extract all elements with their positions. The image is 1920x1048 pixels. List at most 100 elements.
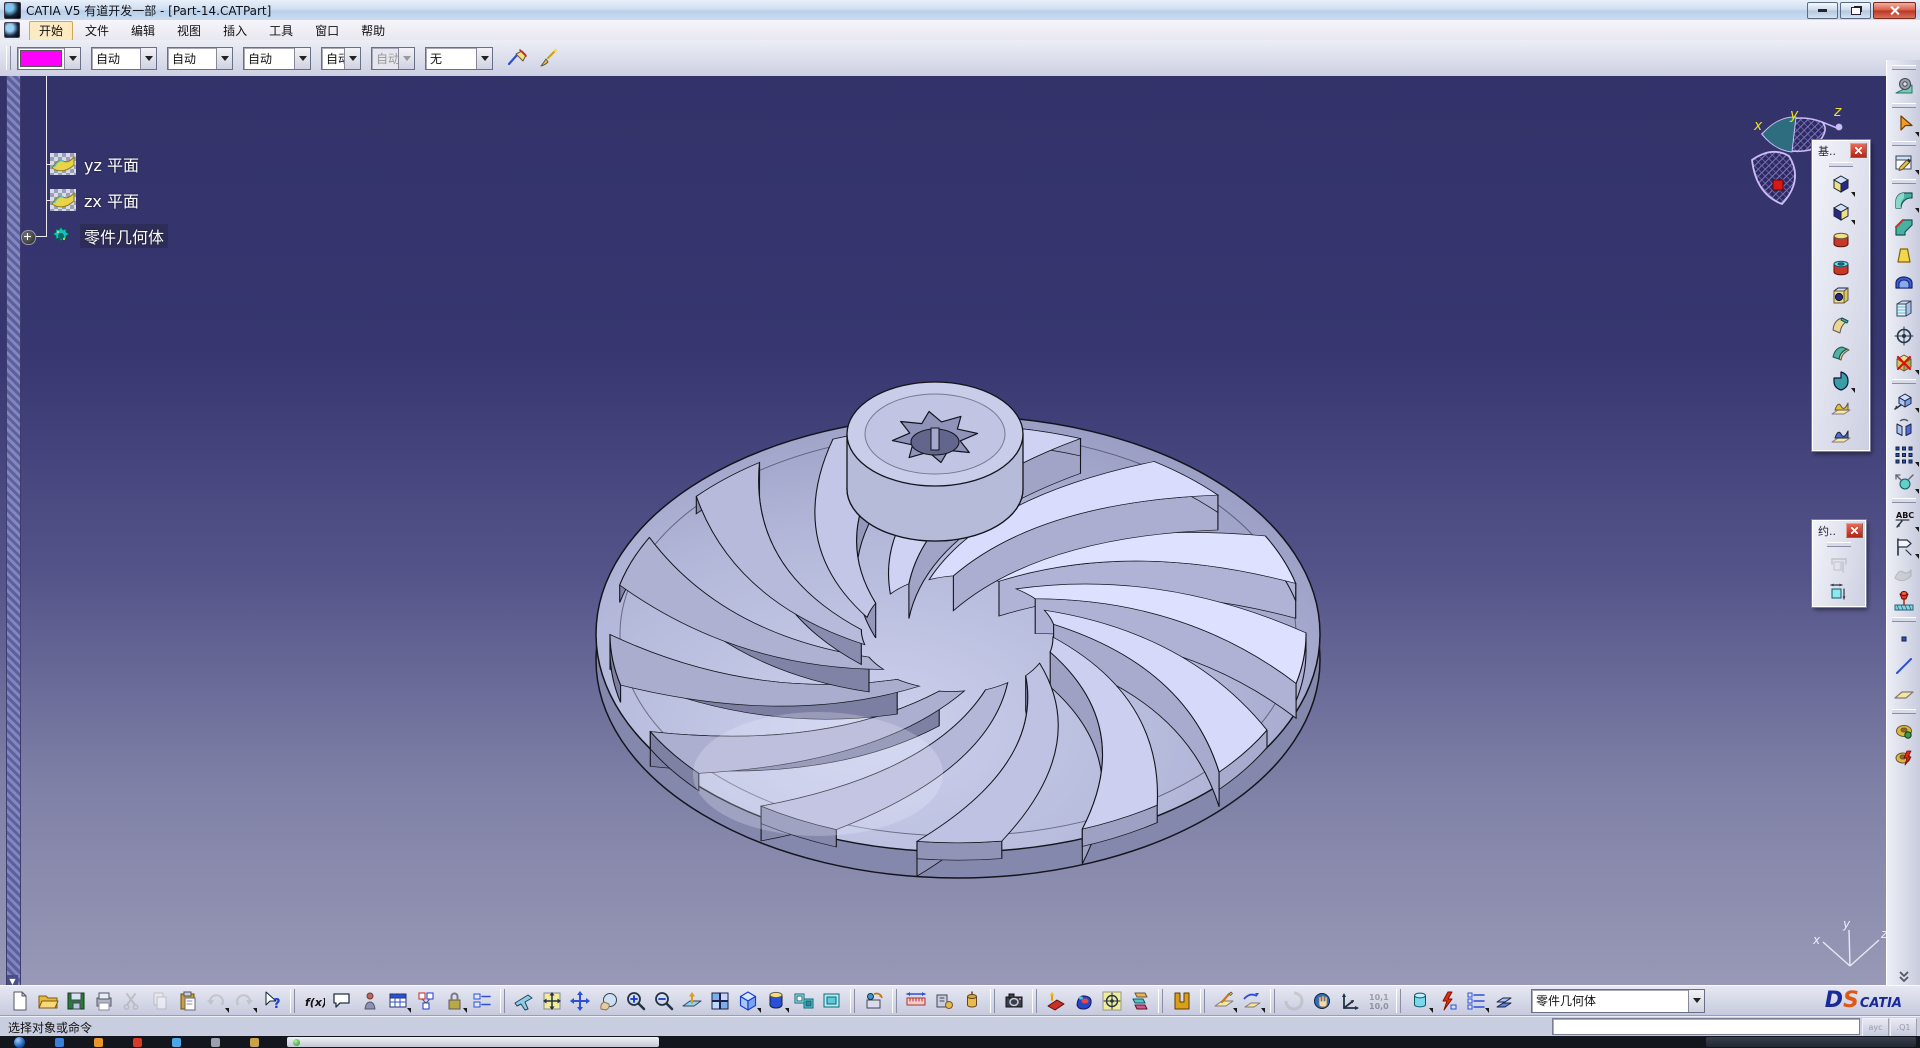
chevron-down-icon[interactable] bbox=[398, 48, 414, 69]
select-button[interactable] bbox=[1889, 111, 1919, 138]
workbench-gear-button[interactable] bbox=[1889, 73, 1919, 100]
point-button[interactable] bbox=[1889, 625, 1919, 652]
constraints-close-icon[interactable] bbox=[1846, 523, 1863, 538]
measure-between-button[interactable] bbox=[902, 987, 929, 1014]
sketcher-button[interactable] bbox=[1889, 149, 1919, 176]
dropdown-arrow-icon[interactable] bbox=[253, 1008, 257, 1013]
sketch-based-features-title[interactable]: 基.. bbox=[1818, 143, 1836, 159]
compass-z-label[interactable]: z bbox=[1833, 104, 1842, 120]
save-button[interactable] bbox=[62, 987, 89, 1014]
toolbar-grip[interactable] bbox=[1892, 617, 1916, 622]
normal-view-button[interactable] bbox=[678, 987, 705, 1014]
groove-button[interactable] bbox=[1827, 254, 1855, 282]
toolbar-grip[interactable] bbox=[6, 46, 11, 70]
part-body-icon[interactable] bbox=[50, 225, 72, 247]
impeller-model[interactable] bbox=[578, 228, 1338, 888]
viewport-3d[interactable]: ▲ ▼ yz 平面zx 平面零件几何体 x y bbox=[0, 76, 1920, 985]
render-mode-combo[interactable]: 自动 bbox=[321, 47, 361, 70]
tree-item-2[interactable]: zx 平面 bbox=[50, 187, 139, 213]
chevron-down-icon[interactable] bbox=[1688, 990, 1704, 1012]
flag-note-button[interactable] bbox=[1889, 533, 1919, 560]
plane-button[interactable] bbox=[1889, 679, 1919, 706]
slot-button[interactable] bbox=[1827, 338, 1855, 366]
sketch-tools-button[interactable] bbox=[1210, 987, 1237, 1014]
only-current-body-button[interactable] bbox=[1434, 987, 1461, 1014]
measure-item-button[interactable] bbox=[930, 987, 957, 1014]
lock-button[interactable] bbox=[440, 987, 467, 1014]
capture-camera-button[interactable] bbox=[1000, 987, 1027, 1014]
axis-system-button[interactable] bbox=[1336, 987, 1363, 1014]
sectioning-button[interactable] bbox=[1126, 987, 1153, 1014]
named-views-combo[interactable]: 无 bbox=[425, 47, 493, 70]
shell-button[interactable] bbox=[1889, 268, 1919, 295]
dropdown-arrow-icon[interactable] bbox=[1851, 192, 1855, 197]
tree-scroll-down-icon[interactable]: ▼ bbox=[7, 975, 18, 985]
hide-show-button[interactable] bbox=[790, 987, 817, 1014]
active-window-button[interactable] bbox=[287, 1037, 659, 1047]
restore-button[interactable] bbox=[1840, 2, 1871, 19]
constraint-button[interactable] bbox=[1825, 578, 1853, 606]
app-1-taskbar-icon[interactable] bbox=[55, 1038, 64, 1047]
toolbar-grip[interactable] bbox=[1892, 65, 1916, 70]
wizard-button[interactable] bbox=[535, 44, 563, 72]
toolbar-grip[interactable] bbox=[1200, 989, 1205, 1013]
menu-item-1[interactable]: 开始 bbox=[29, 21, 73, 41]
menu-item-3[interactable]: 编辑 bbox=[121, 21, 165, 41]
menu-item-7[interactable]: 窗口 bbox=[305, 21, 349, 41]
close-button[interactable] bbox=[1873, 2, 1916, 19]
zoom-out-button[interactable] bbox=[650, 987, 677, 1014]
line-type-combo[interactable]: 自动 bbox=[91, 47, 157, 70]
toolbar-grip[interactable] bbox=[1892, 379, 1916, 384]
positioned-sketch-button[interactable] bbox=[1238, 987, 1265, 1014]
toolbar-grip[interactable] bbox=[1892, 179, 1916, 184]
status-aux-button-2[interactable]: .Q1 bbox=[1890, 1018, 1917, 1037]
plane-icon[interactable] bbox=[50, 153, 76, 175]
chevron-down-icon[interactable] bbox=[476, 48, 492, 69]
multi-view-button[interactable] bbox=[706, 987, 733, 1014]
design-table-button[interactable] bbox=[384, 987, 411, 1014]
toolbar-grip[interactable] bbox=[290, 989, 295, 1013]
dropdown-arrow-icon[interactable] bbox=[1915, 489, 1919, 494]
mirror-button[interactable] bbox=[1889, 414, 1919, 441]
translate-button[interactable] bbox=[1889, 387, 1919, 414]
edge-fillet-button[interactable] bbox=[1889, 187, 1919, 214]
dropdown-arrow-icon[interactable] bbox=[1915, 462, 1919, 467]
dropdown-arrow-icon[interactable] bbox=[757, 1008, 761, 1013]
line-button[interactable] bbox=[1889, 652, 1919, 679]
tree-scrollbar[interactable]: ▲ ▼ bbox=[6, 76, 21, 985]
scaling-button[interactable] bbox=[1889, 468, 1919, 495]
more-chevron-button[interactable] bbox=[1889, 961, 1919, 988]
dropdown-arrow-icon[interactable] bbox=[1233, 1008, 1237, 1013]
pan-button[interactable] bbox=[566, 987, 593, 1014]
shaft-button[interactable] bbox=[1827, 226, 1855, 254]
constraints-title[interactable]: 约.. bbox=[1818, 523, 1836, 539]
toolbar-grip[interactable] bbox=[1827, 542, 1851, 547]
dropdown-arrow-icon[interactable] bbox=[463, 1008, 467, 1013]
knowledge-expert-button[interactable] bbox=[356, 987, 383, 1014]
chevron-down-icon[interactable] bbox=[294, 48, 310, 69]
tree-item-1[interactable]: yz 平面 bbox=[50, 151, 139, 177]
extract-solid-button[interactable] bbox=[1168, 987, 1195, 1014]
menu-item-4[interactable]: 视图 bbox=[167, 21, 211, 41]
toolbar-grip[interactable] bbox=[1270, 989, 1275, 1013]
knowledge-relations-button[interactable] bbox=[412, 987, 439, 1014]
dropdown-arrow-icon[interactable] bbox=[407, 1008, 411, 1013]
pocket-button[interactable] bbox=[1827, 198, 1855, 226]
hole-button[interactable] bbox=[1827, 282, 1855, 310]
compass-x-label[interactable]: x bbox=[1753, 118, 1763, 134]
dropdown-arrow-icon[interactable] bbox=[1915, 408, 1919, 413]
zoom-in-button[interactable] bbox=[622, 987, 649, 1014]
dropdown-arrow-icon[interactable] bbox=[1851, 388, 1855, 393]
start-orb-icon[interactable] bbox=[14, 1037, 25, 1048]
paste-button[interactable] bbox=[174, 987, 201, 1014]
in-work-object-combo[interactable]: 零件几何体 bbox=[1531, 989, 1705, 1013]
swap-space-button[interactable] bbox=[818, 987, 845, 1014]
draft-analysis-button[interactable] bbox=[1042, 987, 1069, 1014]
app-4-taskbar-icon[interactable] bbox=[172, 1038, 181, 1047]
toolbar-grip[interactable] bbox=[1892, 141, 1916, 146]
create-datum-button[interactable] bbox=[1406, 987, 1433, 1014]
dropdown-arrow-icon[interactable] bbox=[785, 1008, 789, 1013]
pad-button[interactable] bbox=[1827, 170, 1855, 198]
dropdown-arrow-icon[interactable] bbox=[1851, 220, 1855, 225]
power-input-field[interactable] bbox=[1552, 1018, 1860, 1035]
